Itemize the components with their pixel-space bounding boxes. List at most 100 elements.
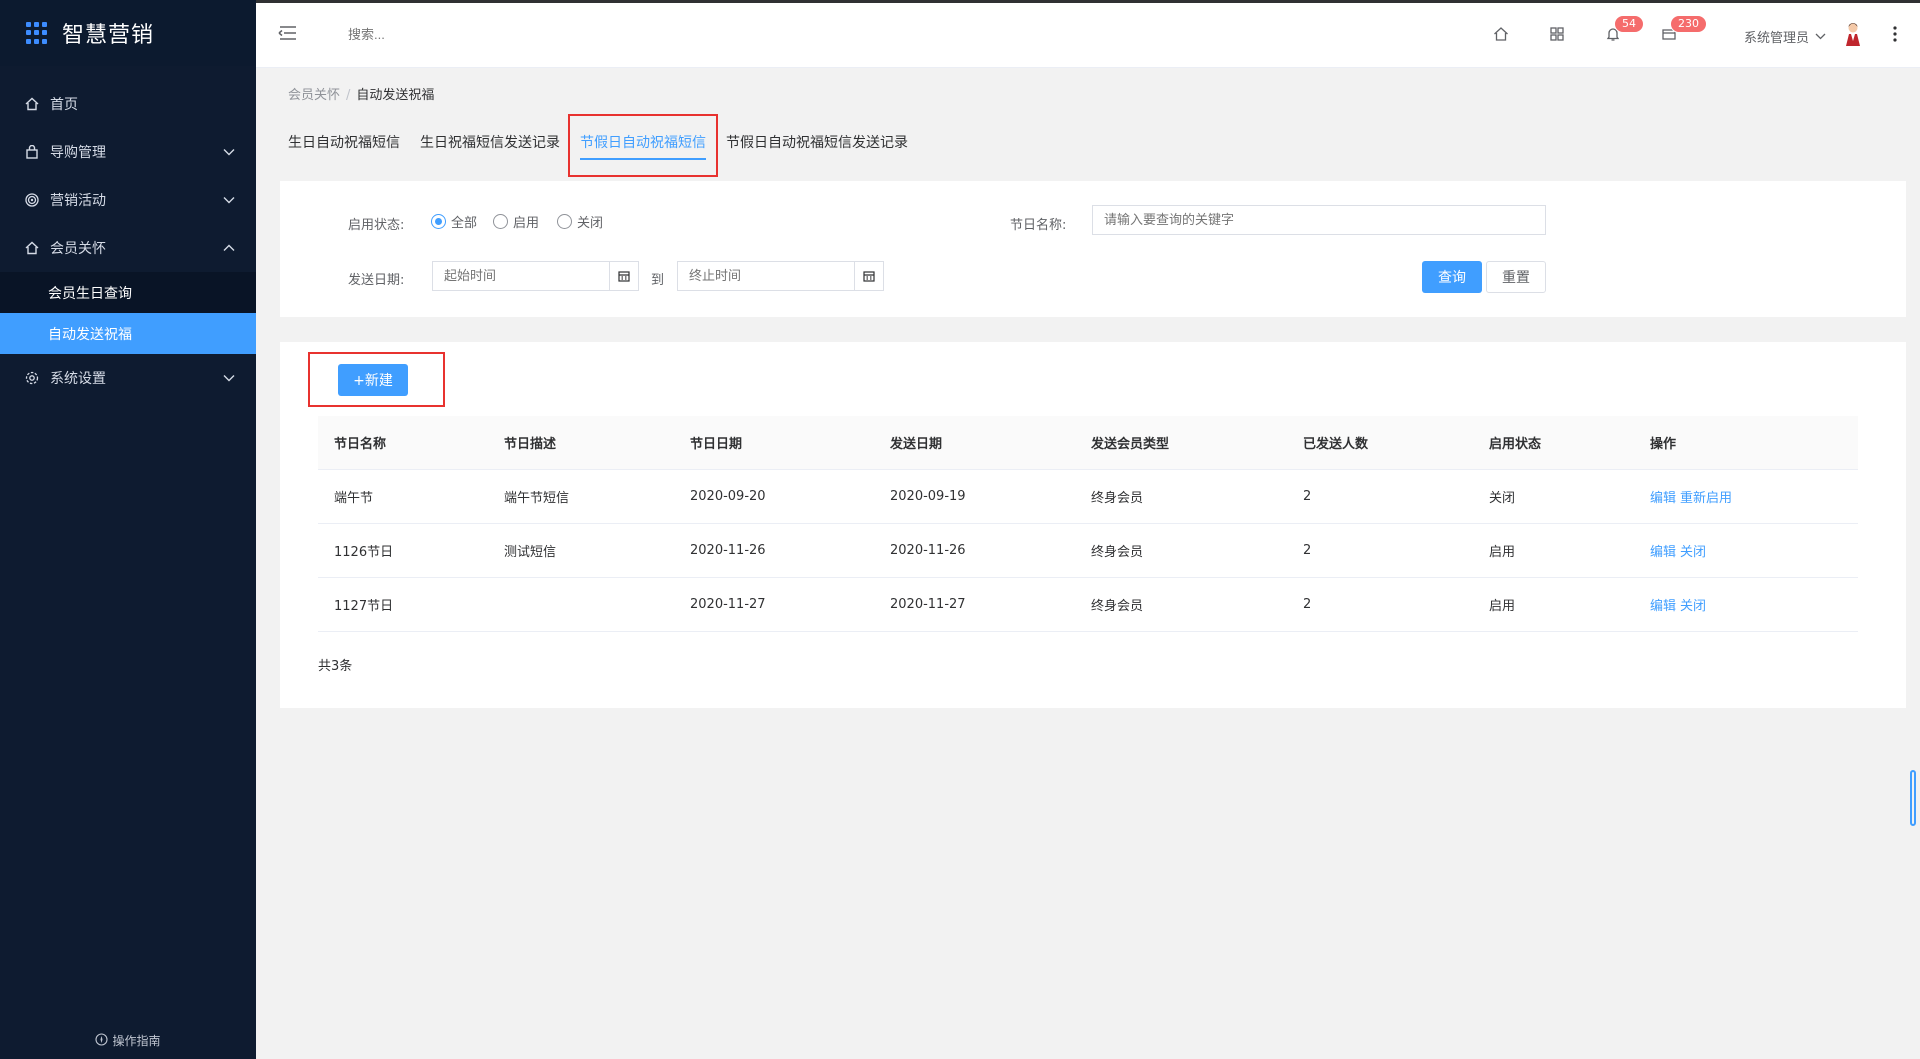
breadcrumb-separator: /	[346, 88, 351, 103]
target-icon	[24, 192, 40, 208]
avatar[interactable]	[1842, 21, 1864, 47]
column-header: 节日日期	[690, 437, 743, 452]
edit-link[interactable]: 编辑	[1650, 491, 1676, 506]
sidebar-subitem-birthday-query[interactable]: 会员生日查询	[0, 272, 256, 313]
tab-birthday-records[interactable]: 生日祝福短信发送记录	[420, 132, 560, 160]
compass-icon	[95, 1032, 109, 1049]
home-icon[interactable]	[1490, 23, 1512, 45]
column-header: 节日名称	[334, 437, 387, 452]
bag-icon	[24, 144, 40, 160]
start-date-input[interactable]	[432, 261, 610, 291]
cell-actions: 编辑 重新启用	[1634, 487, 1858, 506]
cell-holiday-date: 2020-09-20	[690, 489, 766, 504]
bell-icon[interactable]: 54	[1602, 15, 1644, 45]
radio-dot	[431, 214, 446, 229]
cell-holiday-date: 2020-11-27	[690, 597, 766, 612]
breadcrumb-current: 自动发送祝福	[356, 88, 435, 103]
status-radio-enabled[interactable]: 启用	[493, 212, 539, 231]
sidebar-item-guide-management[interactable]: 导购管理	[0, 128, 256, 176]
cell-sent-count: 2	[1303, 597, 1312, 612]
sidebar: 智慧营销 首页 导购管理 营销活动 会员关怀 会员生日查询 自动发送祝福 系统设…	[0, 0, 256, 1059]
user-name: 系统管理员	[1744, 31, 1810, 46]
user-menu[interactable]: 系统管理员	[1744, 27, 1826, 46]
close-link[interactable]: 关闭	[1680, 545, 1706, 560]
end-date-input[interactable]	[677, 261, 855, 291]
radio-label: 关闭	[577, 216, 604, 231]
chevron-down-icon	[222, 145, 236, 159]
brand[interactable]: 智慧营销	[0, 0, 256, 66]
cell-desc: 测试短信	[504, 545, 557, 560]
calendar-icon[interactable]	[854, 261, 884, 291]
cell-send-date: 2020-09-19	[890, 489, 966, 504]
radio-dot	[493, 214, 508, 229]
highlight-box-tab	[568, 114, 718, 177]
brand-title: 智慧营销	[62, 23, 155, 48]
menu-toggle-icon[interactable]	[278, 25, 298, 41]
top-header: 54 230 系统管理员	[256, 0, 1920, 68]
send-date-label: 发送日期:	[348, 273, 405, 288]
query-button[interactable]: 查询	[1422, 261, 1482, 293]
sidebar-subitem-auto-greeting[interactable]: 自动发送祝福	[0, 313, 256, 354]
re-enable-link[interactable]: 重新启用	[1680, 491, 1732, 506]
highlight-box-new	[308, 352, 445, 407]
breadcrumb-parent[interactable]: 会员关怀	[288, 88, 340, 103]
sidebar-item-home[interactable]: 首页	[0, 80, 256, 128]
close-link[interactable]: 关闭	[1680, 599, 1706, 614]
cell-status: 启用	[1489, 599, 1516, 614]
edit-link[interactable]: 编辑	[1650, 599, 1676, 614]
grid-icon[interactable]	[1546, 23, 1568, 45]
message-badge: 230	[1670, 15, 1707, 33]
scrollbar-thumb[interactable]	[1910, 770, 1916, 826]
sidebar-nav: 首页 导购管理 营销活动 会员关怀 会员生日查询 自动发送祝福 系统设置	[0, 80, 256, 402]
sidebar-item-system-settings[interactable]: 系统设置	[0, 354, 256, 402]
tab-birthday-greeting[interactable]: 生日自动祝福短信	[288, 132, 400, 160]
cell-send-date: 2020-11-27	[890, 597, 966, 612]
radio-label: 全部	[451, 216, 478, 231]
search-input[interactable]	[348, 27, 548, 42]
column-header: 操作	[1650, 437, 1677, 452]
guide-label: 操作指南	[112, 1034, 161, 1048]
cell-status: 关闭	[1489, 491, 1516, 506]
radio-dot	[557, 214, 572, 229]
radio-label: 启用	[513, 216, 540, 231]
sidebar-item-member-care[interactable]: 会员关怀	[0, 224, 256, 272]
message-icon[interactable]: 230	[1658, 15, 1707, 45]
holiday-name-input[interactable]	[1092, 205, 1546, 235]
sidebar-item-label: 营销活动	[50, 193, 106, 209]
gear-icon	[24, 370, 40, 386]
total-count: 共3条	[318, 659, 353, 674]
edit-link[interactable]: 编辑	[1650, 545, 1676, 560]
operation-guide-link[interactable]: 操作指南	[0, 1032, 256, 1049]
chevron-up-icon	[222, 241, 236, 255]
column-header: 已发送人数	[1303, 437, 1369, 452]
status-radio-closed[interactable]: 关闭	[557, 212, 603, 231]
table-panel: +新建 节日名称 节日描述 节日日期 发送日期 发送会员类型 已发送人数 启用状…	[280, 342, 1906, 708]
column-header: 启用状态	[1489, 437, 1542, 452]
cell-sent-count: 2	[1303, 543, 1312, 558]
calendar-icon[interactable]	[609, 261, 639, 291]
notification-badge: 54	[1614, 15, 1644, 33]
more-vertical-icon[interactable]	[1892, 25, 1898, 43]
apps-grid-icon	[26, 22, 48, 44]
cell-send-date: 2020-11-26	[890, 543, 966, 558]
column-header: 发送日期	[890, 437, 943, 452]
sidebar-item-label: 系统设置	[50, 371, 106, 387]
home-icon	[24, 96, 40, 112]
table-row: 端午节 端午节短信 2020-09-20 2020-09-19 终身会员 2 关…	[318, 470, 1858, 524]
cell-status: 启用	[1489, 545, 1516, 560]
holiday-name-label: 节日名称:	[1010, 218, 1067, 233]
chevron-down-icon	[222, 193, 236, 207]
cell-name: 1126节日	[334, 545, 394, 560]
breadcrumb: 会员关怀 / 自动发送祝福	[288, 84, 434, 103]
sidebar-item-label: 首页	[50, 97, 78, 113]
tab-holiday-records[interactable]: 节假日自动祝福短信发送记录	[726, 132, 908, 160]
sidebar-item-label: 会员关怀	[50, 241, 106, 257]
status-radio-all[interactable]: 全部	[431, 212, 477, 231]
home-icon	[24, 240, 40, 256]
sidebar-item-marketing[interactable]: 营销活动	[0, 176, 256, 224]
cell-holiday-date: 2020-11-26	[690, 543, 766, 558]
cell-member-type: 终身会员	[1091, 545, 1144, 560]
to-label: 到	[651, 273, 665, 288]
table-row: 1126节日 测试短信 2020-11-26 2020-11-26 终身会员 2…	[318, 524, 1858, 578]
reset-button[interactable]: 重置	[1486, 261, 1546, 293]
